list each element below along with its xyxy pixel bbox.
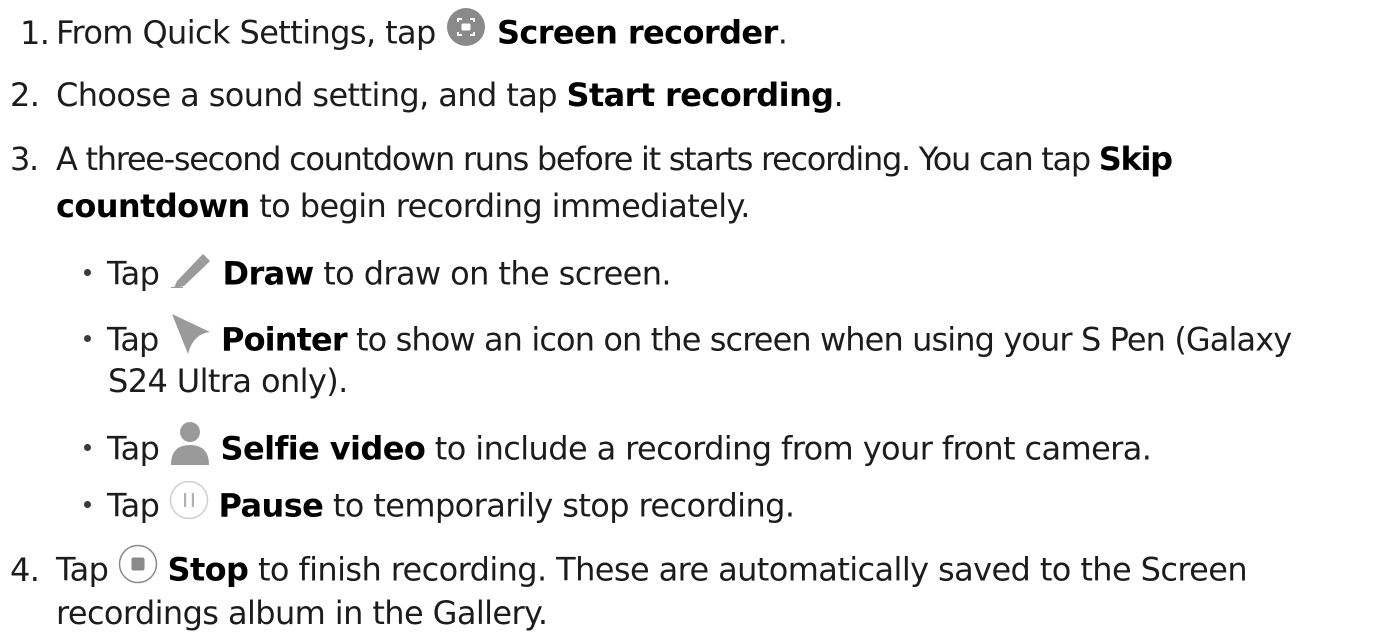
person-icon [169,421,211,474]
bullet-draw: Tap Draw to draw on the screen. [84,248,672,300]
bullet-tap: Tap [107,429,160,468]
bullet-tap: Tap [107,254,160,293]
bullet-tap: Tap [107,320,159,359]
bullet-selfie-video: Tap Selfie video to include a recording … [84,421,1152,477]
step-1: 1. From Quick Settings, tap Screen record… [20,8,788,58]
bullet-dot [84,269,91,276]
bullet-pointer-continued: S24 Ultra only). [108,361,348,401]
countdown-label: countdown [56,187,250,225]
step-text: to begin recording immediately. [259,187,750,225]
stop-icon [118,544,158,593]
step-text: A three-second countdown runs before it … [56,140,1091,178]
step-number: 3. [10,140,39,178]
step-tap: Tap [56,550,109,589]
pause-icon [169,480,209,529]
start-recording-label: Start recording [566,76,835,114]
stop-label: Stop [167,550,249,589]
step-3-continued: countdown to begin recording immediately… [56,186,750,226]
step-text: to finish recording. These are automatic… [257,550,1248,589]
step-number: 4. [10,550,40,589]
step-3: 3. A three-second countdown runs before i… [10,139,1173,179]
pointer-icon [168,312,212,365]
bullet-text: S24 Ultra only). [108,362,348,400]
pencil-icon [169,248,213,297]
step-text: From Quick Settings, tap [56,13,436,52]
step-text-end: . [777,13,788,52]
skip-countdown-label: Skip [1098,140,1173,178]
step-number: 1. [20,13,50,52]
step-4: 4. Tap Stop to finish recording. These ar… [10,544,1248,596]
step-text: Choose a sound setting, and tap [56,76,558,114]
bullet-text: to draw on the screen. [323,254,672,293]
bullet-dot [84,444,91,451]
pointer-label: Pointer [221,320,348,359]
bullet-text: to show an icon on the screen when using… [356,320,1292,359]
bullet-tap: Tap [107,486,160,525]
bullet-pause: Tap Pause to temporarily stop recording. [84,480,795,532]
bullet-text: to temporarily stop recording. [332,486,795,525]
draw-label: Draw [222,254,315,293]
page: { "steps": { "s1": { "num": "1.", "t1": … [0,0,1398,634]
bullet-text: to include a recording from your front c… [434,429,1152,468]
screen-recorder-icon [447,8,486,55]
step-2: 2. Choose a sound setting, and tap Start … [10,75,844,115]
selfie-video-label: Selfie video [220,429,426,468]
screen-recorder-label: Screen recorder [496,13,778,52]
step-4-continued: recordings album in the Gallery. [56,593,548,633]
step-text-end: . [833,76,844,114]
bullet-dot [84,335,91,342]
bullet-dot [84,501,91,508]
step-text: recordings album in the Gallery. [56,594,548,632]
step-number: 2. [10,76,40,114]
pause-label: Pause [218,486,324,525]
